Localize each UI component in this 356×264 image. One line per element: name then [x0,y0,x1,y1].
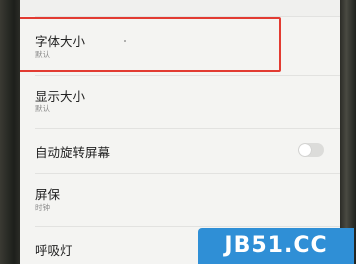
auto-rotate-toggle[interactable] [298,143,324,157]
toggle-knob [299,144,311,156]
setting-screensaver-title: 屏保 [35,187,61,202]
setting-display-size[interactable]: 显示大小 默认 [20,76,340,128]
highlight-box [20,17,281,72]
phone-bezel-left [0,0,20,264]
previous-item-edge [20,0,340,16]
setting-auto-rotate-title: 自动旋转屏幕 [35,145,111,160]
setting-screensaver[interactable]: 屏保 时钟 [20,174,340,226]
watermark-logo: JB51.CC [198,228,354,264]
setting-auto-rotate[interactable]: 自动旋转屏幕 [20,129,340,173]
setting-screensaver-value: 时钟 [35,203,50,212]
settings-screen: 字体大小 默认 显示大小 默认 自动旋转屏幕 屏保 时钟 呼吸灯 [20,0,340,264]
setting-display-size-value: 默认 [35,104,50,113]
phone-bezel-right [340,0,356,264]
setting-breathing-light-title: 呼吸灯 [35,243,73,258]
